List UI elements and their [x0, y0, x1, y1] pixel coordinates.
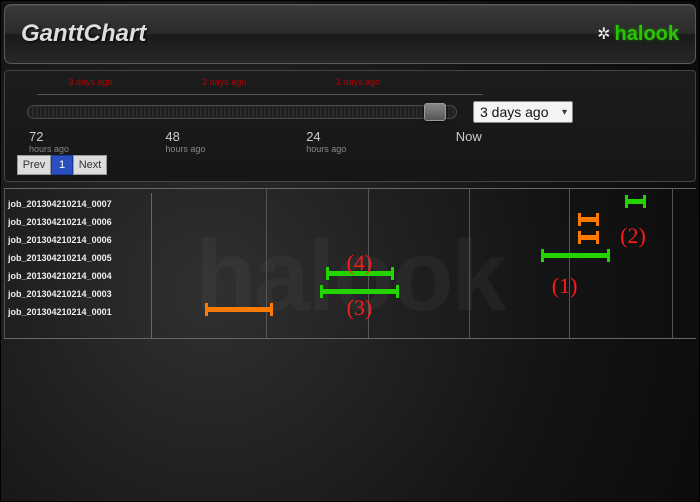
gantt-bar[interactable] [578, 235, 599, 240]
gantt-bar[interactable] [320, 289, 399, 294]
gantt-chart: halook job_201304210214_0007job_20130421… [4, 188, 696, 468]
job-row-label: job_201304210214_0006 [4, 231, 151, 249]
slider-row: 3 days ago [27, 101, 683, 123]
gantt-bar[interactable] [205, 307, 273, 312]
gantt-bar[interactable] [578, 217, 599, 222]
annotation: (2) [620, 223, 646, 249]
gantt-bars: (2) (1) (4) (3) [152, 193, 678, 339]
annotation: (4) [347, 250, 373, 276]
job-row-label: job_201304210214_0005 [4, 249, 151, 267]
timeline-mark: 2 days ago [198, 77, 250, 87]
timeline-mark: 3 days ago [64, 77, 116, 87]
axis-tick: Now [456, 129, 482, 144]
gear-icon: ✲ [597, 24, 610, 44]
gantt-bar[interactable] [541, 253, 609, 258]
timeline-mark: 1 days ago [332, 77, 384, 87]
annotation: (1) [552, 273, 578, 299]
job-row-label: job_201304210214_0003 [4, 285, 151, 303]
range-select[interactable]: 3 days ago [473, 101, 573, 123]
range-select-value: 3 days ago [480, 104, 549, 120]
header-bar: GanttChart ✲ halook [4, 4, 696, 64]
brand-logo: ✲ halook [597, 23, 679, 46]
gantt-bar[interactable] [625, 199, 646, 204]
time-slider[interactable] [27, 105, 457, 119]
job-row-label: job_201304210214_0007 [4, 195, 151, 213]
timeline-controls: 3 days ago 2 days ago 1 days ago 3 days … [4, 70, 696, 182]
next-button[interactable]: Next [73, 155, 107, 175]
axis-tick: 72 hours ago [29, 129, 69, 154]
pager: Prev 1 Next [17, 155, 683, 175]
job-row-label: job_201304210214_0004 [4, 267, 151, 285]
timeline-mark-rail: 3 days ago 2 days ago 1 days ago [37, 81, 483, 95]
prev-button[interactable]: Prev [17, 155, 51, 175]
slider-thumb[interactable] [424, 103, 446, 121]
page-button[interactable]: 1 [51, 155, 73, 175]
job-row-label: job_201304210214_0001 [4, 303, 151, 321]
job-row-label: job_201304210214_0006 [4, 213, 151, 231]
axis-tick: 48 hours ago [165, 129, 205, 154]
annotation: (3) [347, 295, 373, 321]
page-title: GanttChart [21, 20, 146, 48]
app-window: GanttChart ✲ halook 3 days ago 2 days ag… [0, 0, 700, 502]
axis-tick: 24 hours ago [306, 129, 346, 154]
gantt-grid: job_201304210214_0007job_201304210214_00… [4, 189, 696, 339]
row-labels: job_201304210214_0007job_201304210214_00… [4, 193, 152, 339]
brand-name: halook [615, 23, 679, 46]
